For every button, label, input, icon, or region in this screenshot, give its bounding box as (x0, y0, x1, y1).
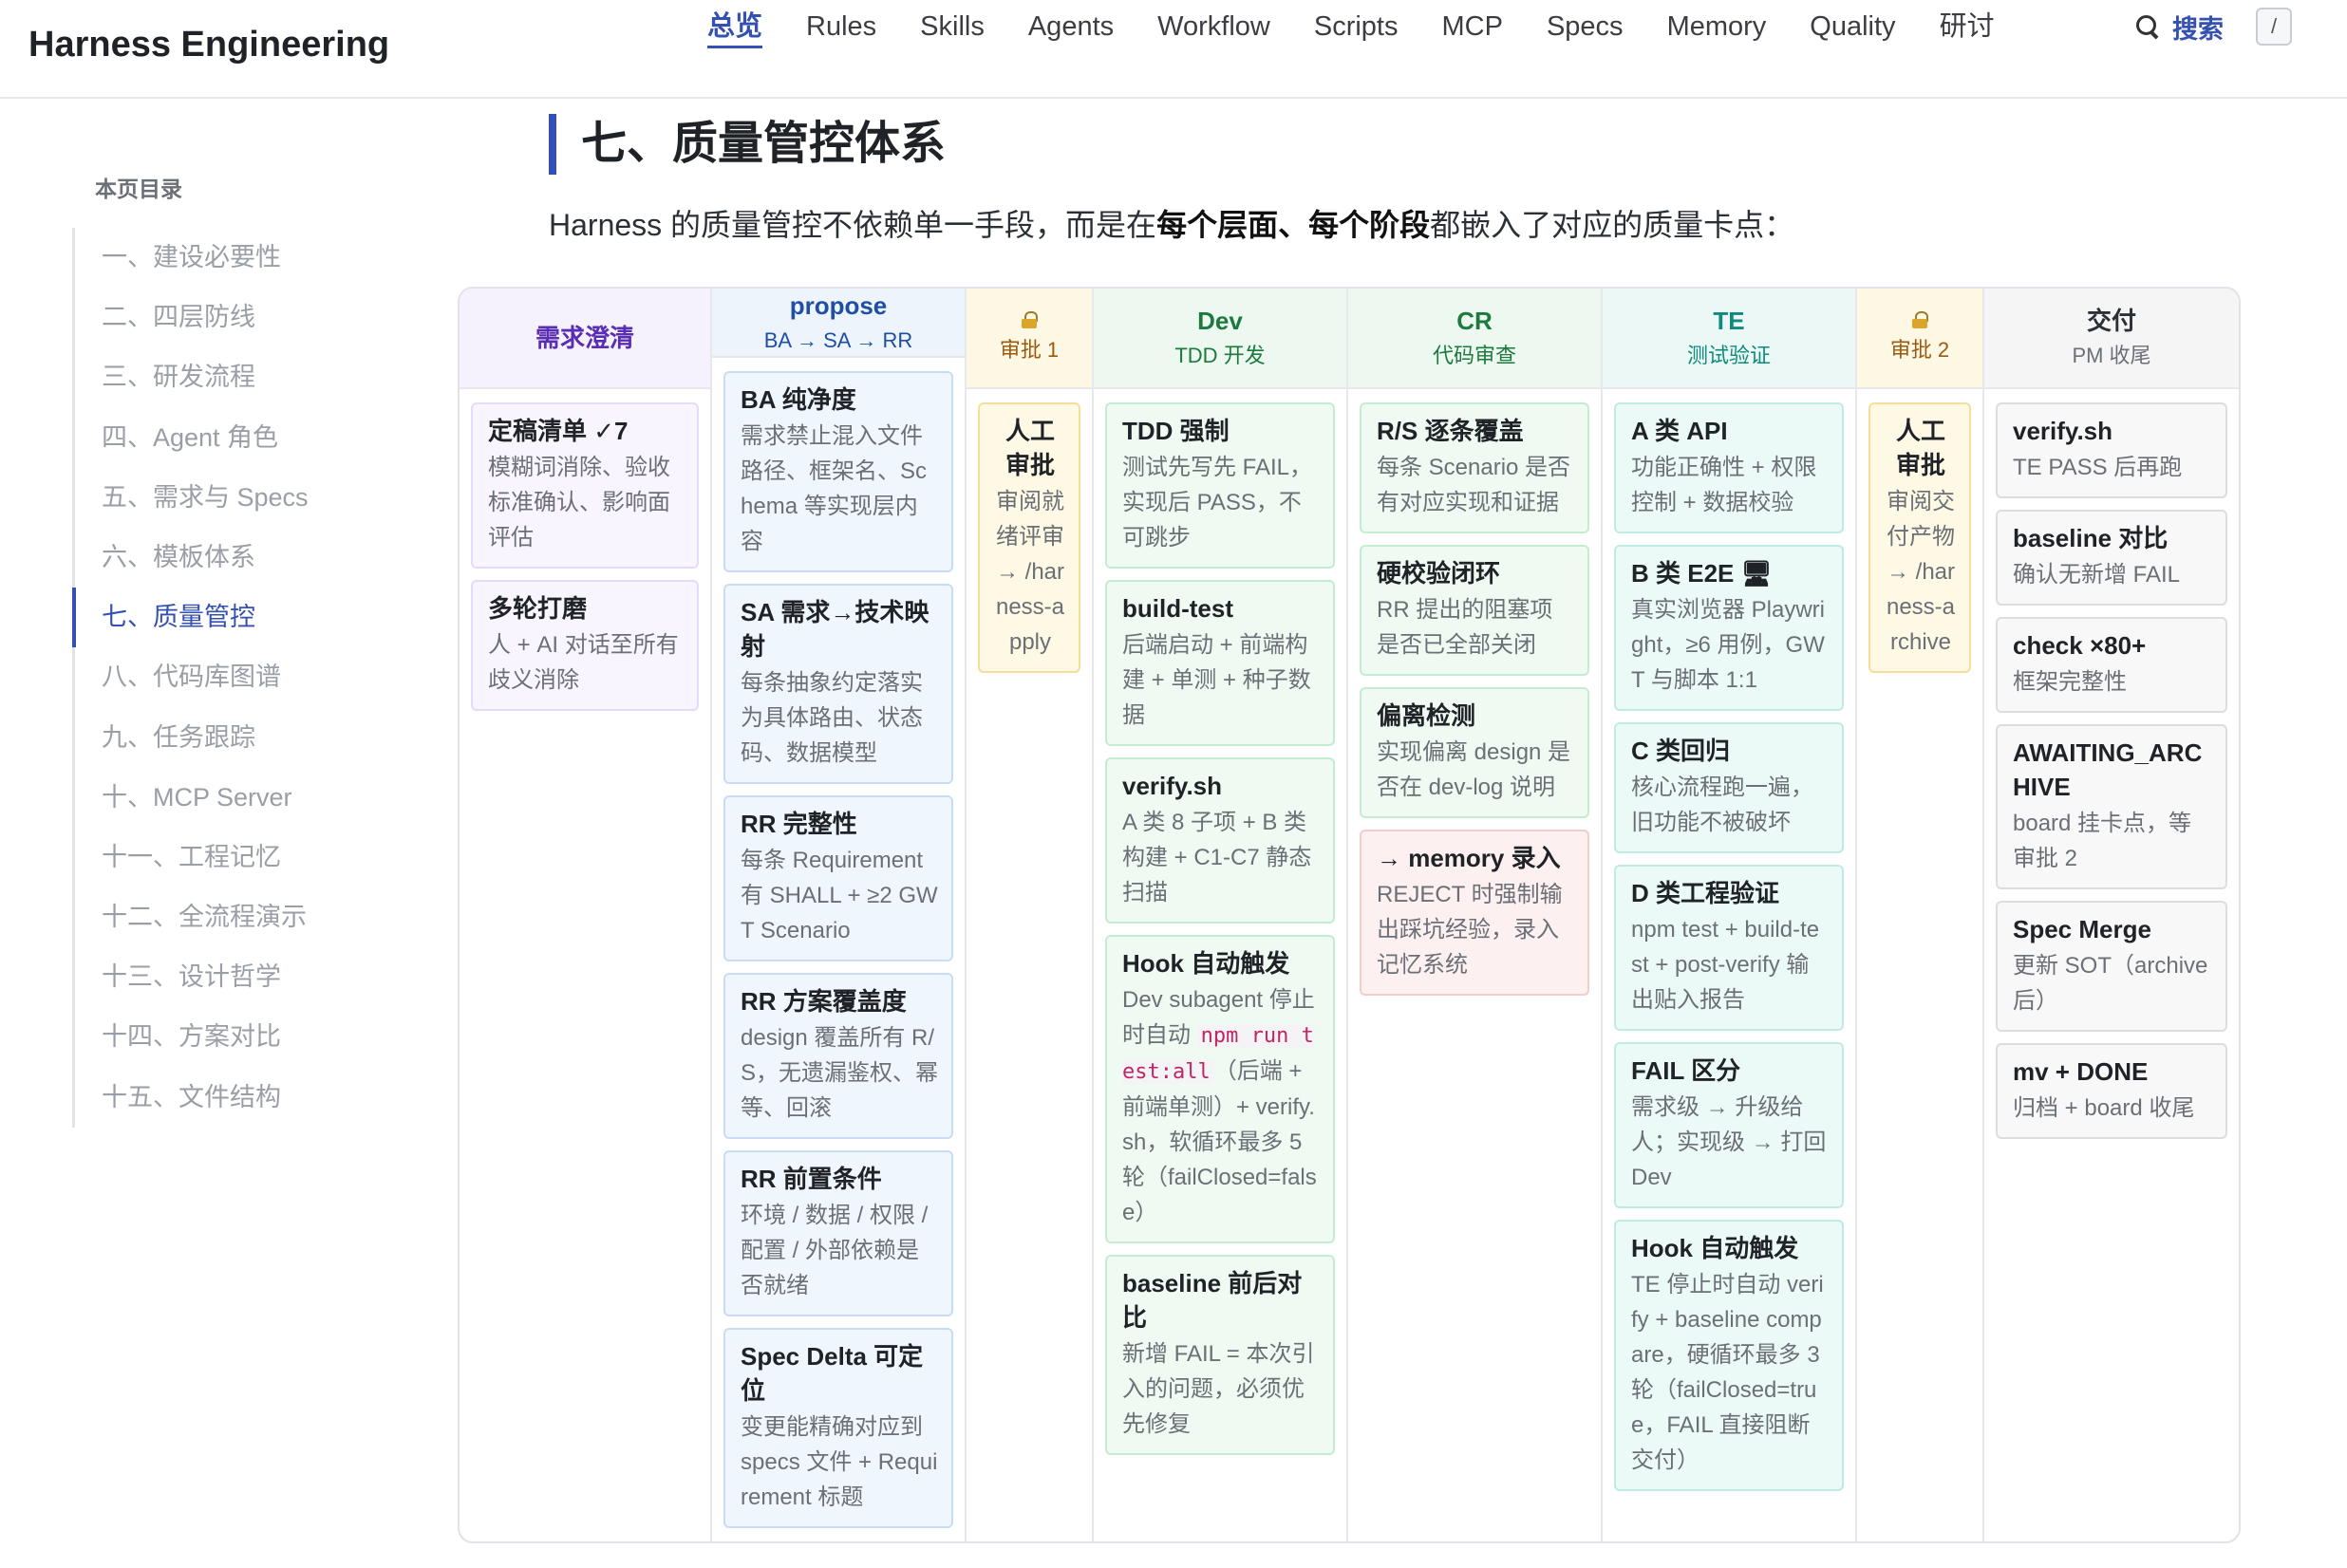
column-header: 审批 2 (1857, 289, 1982, 389)
column-header: 交付 PM 收尾 (1984, 289, 2239, 389)
column-cr: CR 代码审查 R/S 逐条覆盖 每条 Scenario 是否有对应实现和证据 硬… (1348, 289, 1603, 1541)
gate-card: 多轮打磨 人 + AI 对话至所有歧义消除 (471, 580, 699, 711)
column-header: Dev TDD 开发 (1094, 289, 1346, 389)
toc-item[interactable]: 六、模板体系 (75, 528, 490, 588)
approval-card: 人工审批 审阅就绪评审 → /harness-apply (978, 402, 1080, 673)
toc-item[interactable]: 九、任务跟踪 (75, 708, 490, 768)
nav-item-mcp[interactable]: MCP (1420, 8, 1525, 53)
gate-card: mv + DONE 归档 + board 收尾 (1996, 1043, 2227, 1139)
memory-card: → memory 录入 REJECT 时强制输出踩坑经验，录入记忆系统 (1360, 830, 1589, 996)
lock-icon (1022, 311, 1038, 328)
nav-item-rules[interactable]: Rules (784, 8, 898, 53)
nav-item-scripts[interactable]: Scripts (1292, 8, 1420, 53)
gate-card: FAIL 区分 需求级 → 升级给人；实现级 → 打回 Dev (1614, 1042, 1844, 1208)
gate-card: RR 前置条件 环境 / 数据 / 权限 / 配置 / 外部依赖是否就绪 (723, 1150, 953, 1316)
toc-item[interactable]: 四、Agent 角色 (75, 408, 490, 468)
gate-card: A 类 API 功能正确性 + 权限控制 + 数据校验 (1614, 402, 1844, 533)
top-navbar: Harness Engineering 总览 Rules Skills Agen… (0, 0, 2347, 99)
toc-item[interactable]: 八、代码库图谱 (75, 647, 490, 707)
toc-item[interactable]: 一、建设必要性 (75, 228, 490, 288)
site-brand[interactable]: Harness Engineering (28, 25, 389, 65)
gate-card: 偏离检测 实现偏离 design 是否在 dev-log 说明 (1360, 687, 1589, 818)
column-dev: Dev TDD 开发 TDD 强制 测试先写先 FAIL，实现后 PASS，不可跳… (1094, 289, 1348, 1541)
column-te: TE 测试验证 A 类 API 功能正确性 + 权限控制 + 数据校验 B 类 E… (1603, 289, 1857, 1541)
gate-card: baseline 前后对比 新增 FAIL = 本次引入的问题，必须优先修复 (1105, 1255, 1335, 1455)
nav-item-workflow[interactable]: Workflow (1136, 8, 1292, 53)
column-clarify: 需求澄清 定稿清单 ✓7 模糊词消除、验收标准确认、影响面评估 多轮打磨 人 +… (460, 289, 712, 1541)
gate-card: Hook 自动触发 TE 停止时自动 verify + baseline comp… (1614, 1220, 1844, 1491)
toc-item[interactable]: 五、需求与 Specs (75, 468, 490, 528)
column-approval-2: 审批 2 人工审批 审阅交付产物 → /harness-archive (1857, 289, 1984, 1541)
gate-card: D 类工程验证 npm test + build-test + post-veri… (1614, 865, 1844, 1031)
toc-item-active[interactable]: 七、质量管控 (72, 588, 490, 648)
nav-item-overview[interactable]: 总览 (685, 8, 784, 53)
toc-item[interactable]: 十二、全流程演示 (75, 887, 490, 947)
toc-list: 一、建设必要性 二、四层防线 三、研发流程 四、Agent 角色 五、需求与 S… (72, 228, 490, 1128)
toc-item[interactable]: 十一、工程记忆 (75, 828, 490, 887)
gate-card: 定稿清单 ✓7 模糊词消除、验收标准确认、影响面评估 (471, 402, 699, 569)
gate-card: Hook 自动触发 Dev subagent 停止时自动 npm run test… (1105, 935, 1335, 1243)
toc-item[interactable]: 十、MCP Server (75, 768, 490, 828)
section-heading: 七、质量管控体系 (549, 114, 946, 175)
approval-card: 人工审批 审阅交付产物 → /harness-archive (1868, 402, 1971, 673)
toc-item[interactable]: 二、四层防线 (75, 288, 490, 347)
toc-item[interactable]: 十三、设计哲学 (75, 947, 490, 1007)
column-header: 审批 1 (967, 289, 1092, 389)
nav-item-memory[interactable]: Memory (1645, 8, 1789, 53)
search-icon (2134, 13, 2161, 40)
toc-title: 本页目录 (95, 177, 182, 201)
lock-icon (1912, 311, 1928, 328)
gate-card: check ×80+ 框架完整性 (1996, 617, 2227, 713)
gate-card: AWAITING_ARCHIVE board 挂卡点，等审批 2 (1996, 724, 2227, 889)
quality-gate-board: 需求澄清 定稿清单 ✓7 模糊词消除、验收标准确认、影响面评估 多轮打磨 人 +… (458, 287, 2241, 1543)
column-propose: propose BA → SA → RR BA 纯净度 需求禁止混入文件路径、框架… (712, 289, 967, 1541)
page-toc: 本页目录 一、建设必要性 二、四层防线 三、研发流程 四、Agent 角色 五、… (72, 171, 490, 1128)
column-header: propose BA → SA → RR (712, 289, 965, 358)
column-header: 需求澄清 (460, 289, 710, 389)
toc-item[interactable]: 十五、文件结构 (75, 1068, 490, 1128)
gate-card: SA 需求→技术映射 每条抽象约定落实为具体路由、状态码、数据模型 (723, 584, 953, 784)
gate-card: build-test 后端启动 + 前端构建 + 单测 + 种子数据 (1105, 580, 1335, 746)
nav-item-specs[interactable]: Specs (1525, 8, 1645, 53)
search-button[interactable]: 搜索 / (2134, 8, 2292, 46)
gate-card: verify.sh A 类 8 子项 + B 类构建 + C1-C7 静态扫描 (1105, 757, 1335, 924)
column-approval-1: 审批 1 人工审批 审阅就绪评审 → /harness-apply (967, 289, 1094, 1541)
gate-card: TDD 强制 测试先写先 FAIL，实现后 PASS，不可跳步 (1105, 402, 1335, 569)
gate-card: BA 纯净度 需求禁止混入文件路径、框架名、Schema 等实现层内容 (723, 371, 953, 572)
section-intro: Harness 的质量管控不依赖单一手段，而是在每个层面、每个阶段都嵌入了对应的… (549, 208, 1795, 242)
gate-card: R/S 逐条覆盖 每条 Scenario 是否有对应实现和证据 (1360, 402, 1589, 533)
column-header: TE 测试验证 (1603, 289, 1855, 389)
toc-item[interactable]: 三、研发流程 (75, 347, 490, 407)
search-label: 搜索 (2172, 14, 2224, 44)
main-nav: 总览 Rules Skills Agents Workflow Scripts … (685, 8, 2017, 53)
toc-item[interactable]: 十四、方案对比 (75, 1007, 490, 1067)
gate-card: RR 方案覆盖度 design 覆盖所有 R/S，无遗漏鉴权、幂等、回滚 (723, 973, 953, 1139)
nav-item-skills[interactable]: Skills (898, 8, 1006, 53)
gate-card: baseline 对比 确认无新增 FAIL (1996, 510, 2227, 606)
gate-card: B 类 E2E 🖥 真实浏览器 Playwright，≥6 用例，GWT 与脚本 … (1614, 545, 1844, 711)
gate-card: 硬校验闭环 RR 提出的阻塞项是否已全部关闭 (1360, 545, 1589, 676)
column-header: CR 代码审查 (1348, 289, 1601, 389)
gate-card: Spec Merge 更新 SOT（archive 后） (1996, 901, 2227, 1032)
gate-card: RR 完整性 每条 Requirement 有 SHALL + ≥2 GWT Sc… (723, 795, 953, 961)
nav-item-agents[interactable]: Agents (1006, 8, 1136, 53)
nav-item-discussion[interactable]: 研讨 (1918, 8, 2017, 53)
gate-card: Spec Delta 可定位 变更能精确对应到 specs 文件 + Requir… (723, 1328, 953, 1528)
nav-item-quality[interactable]: Quality (1788, 8, 1917, 53)
gate-card: verify.sh TE PASS 后再跑 (1996, 402, 2227, 498)
column-delivery: 交付 PM 收尾 verify.sh TE PASS 后再跑 baseline 对… (1984, 289, 2239, 1541)
search-shortcut-key: / (2256, 8, 2292, 46)
gate-card: C 类回归 核心流程跑一遍，旧功能不被破坏 (1614, 722, 1844, 853)
